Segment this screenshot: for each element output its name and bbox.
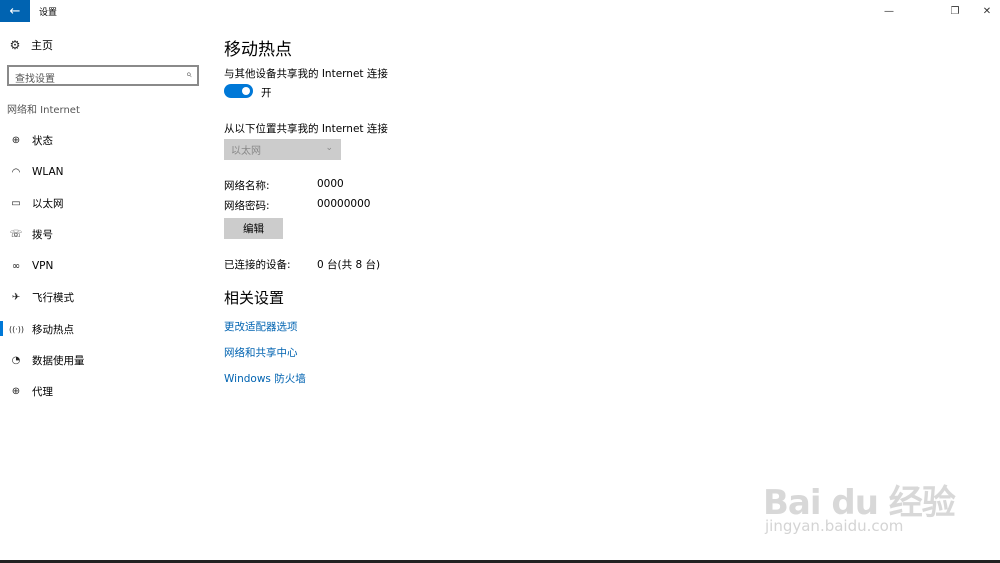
network-password-value: 00000000 [317, 198, 371, 210]
ethernet-icon: ▭ [11, 197, 21, 209]
connected-devices-label: 已连接的设备: [224, 259, 291, 271]
back-arrow-icon: ← [9, 3, 21, 19]
sidebar-item-dialup[interactable]: ☏ 拨号 [0, 219, 206, 250]
search-box: ⌕ [7, 65, 199, 88]
airplane-icon: ✈ [11, 292, 21, 304]
globe-icon: ⊕ [11, 135, 21, 147]
share-internet-label: 与其他设备共享我的 Internet 连接 [224, 68, 388, 80]
share-from-label: 从以下位置共享我的 Internet 连接 [224, 123, 388, 135]
wifi-icon: ◠ [11, 166, 21, 178]
title-bar: ← 设置 — ❐ ✕ [0, 0, 1000, 22]
vpn-icon: ∞ [11, 260, 21, 272]
sidebar-item-label: 移动热点 [32, 323, 74, 336]
sidebar-home[interactable]: ⚙ 主页 [8, 36, 53, 54]
close-icon: ✕ [982, 5, 992, 17]
sidebar-item-proxy[interactable]: ⊕ 代理 [0, 376, 206, 407]
close-button[interactable]: ✕ [972, 3, 1000, 19]
sidebar-item-ethernet[interactable]: ▭ 以太网 [0, 188, 206, 219]
toggle-state-label: 开 [261, 87, 272, 99]
hotspot-toggle[interactable] [224, 84, 253, 98]
sidebar-item-label: 状态 [32, 135, 53, 148]
minimize-button[interactable]: — [874, 3, 904, 19]
network-name-label: 网络名称: [224, 180, 270, 192]
sidebar-home-label: 主页 [31, 39, 53, 52]
page-title: 移动热点 [224, 40, 292, 60]
sidebar-item-airplane-mode[interactable]: ✈ 飞行模式 [0, 282, 206, 313]
search-icon[interactable]: ⌕ [186, 69, 192, 80]
window-title: 设置 [39, 8, 58, 18]
sidebar-item-label: VPN [32, 260, 54, 273]
network-name-value: 0000 [317, 178, 344, 190]
sidebar-item-vpn[interactable]: ∞ VPN [0, 251, 206, 282]
network-password-label: 网络密码: [224, 200, 270, 212]
data-usage-icon: ◔ [11, 354, 21, 366]
baidu-watermark: Bai du 经验 jingyan.baidu.com [755, 455, 956, 545]
sidebar: ⚙ 主页 ⌕ 网络和 Internet ⊕ 状态 ◠ WLAN ▭ 以太网 ☏ … [0, 22, 206, 562]
sidebar-item-label: 以太网 [32, 197, 64, 210]
sidebar-item-status[interactable]: ⊕ 状态 [0, 125, 206, 156]
sidebar-nav: ⊕ 状态 ◠ WLAN ▭ 以太网 ☏ 拨号 ∞ VPN ✈ 飞行模式 ((·)… [0, 125, 206, 408]
sidebar-item-label: 飞行模式 [32, 292, 74, 305]
sidebar-item-label: 拨号 [32, 229, 53, 242]
link-network-sharing-center[interactable]: 网络和共享中心 [224, 345, 298, 360]
sidebar-item-wlan[interactable]: ◠ WLAN [0, 156, 206, 187]
chevron-down-icon: ⌄ [325, 143, 333, 153]
sidebar-item-data-usage[interactable]: ◔ 数据使用量 [0, 345, 206, 376]
sidebar-section-title: 网络和 Internet [7, 105, 80, 116]
hotspot-icon: ((·)) [9, 324, 25, 334]
toggle-knob [242, 87, 250, 95]
back-button[interactable]: ← [0, 0, 30, 22]
minimize-icon: — [884, 5, 894, 17]
link-adapter-options[interactable]: 更改适配器选项 [224, 319, 298, 334]
edit-button[interactable]: 编辑 [224, 218, 283, 239]
globe-icon: ⊕ [11, 386, 21, 398]
dialup-icon: ☏ [9, 229, 23, 241]
gear-icon: ⚙ [9, 38, 21, 52]
maximize-icon: ❐ [950, 5, 960, 17]
sidebar-item-mobile-hotspot[interactable]: ((·)) 移动热点 [0, 313, 206, 344]
watermark-url: jingyan.baidu.com [765, 517, 904, 535]
share-from-dropdown[interactable]: 以太网 ⌄ [224, 139, 341, 160]
search-input[interactable] [9, 71, 169, 88]
link-windows-firewall[interactable]: Windows 防火墙 [224, 371, 306, 386]
sidebar-item-label: 代理 [32, 386, 53, 399]
related-settings-title: 相关设置 [224, 289, 285, 307]
sidebar-item-label: 数据使用量 [32, 354, 85, 367]
sidebar-item-label: WLAN [32, 166, 64, 179]
connected-devices-value: 0 台(共 8 台) [317, 259, 381, 271]
share-from-value: 以太网 [231, 146, 261, 157]
maximize-button[interactable]: ❐ [940, 3, 970, 19]
